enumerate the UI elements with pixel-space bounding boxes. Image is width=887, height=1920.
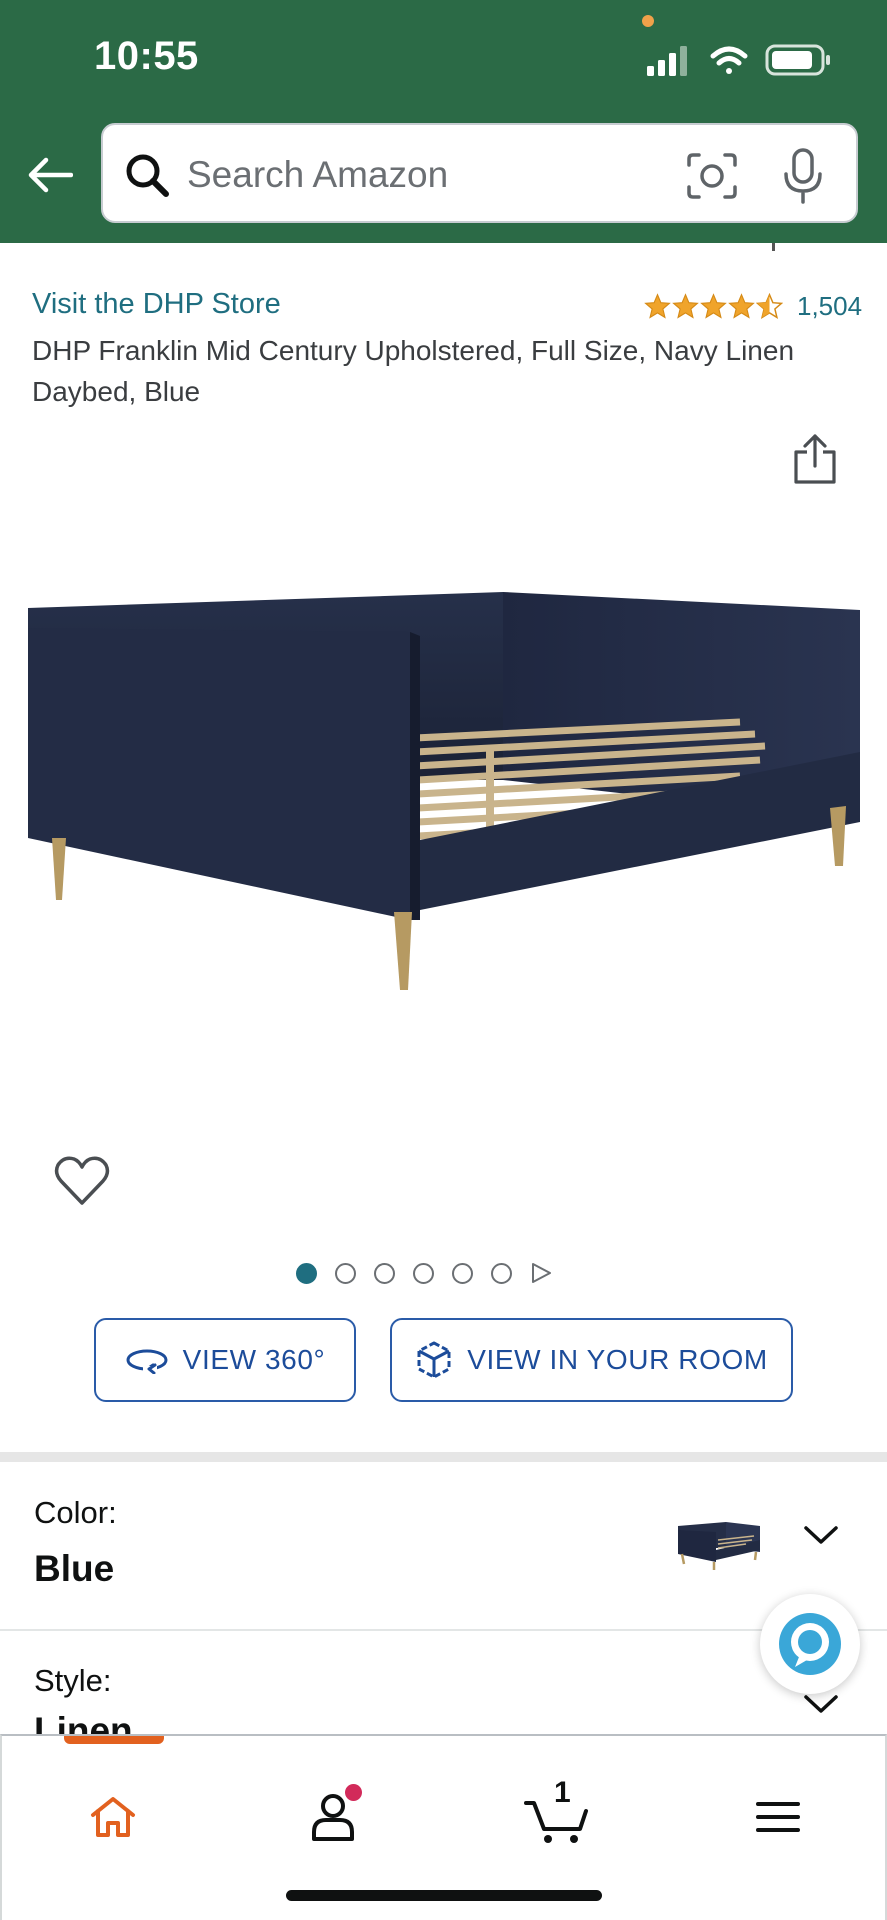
row-divider bbox=[0, 1629, 887, 1631]
alexa-icon bbox=[779, 1613, 841, 1675]
rating-summary[interactable]: 1,504 bbox=[644, 291, 862, 322]
video-play-icon[interactable] bbox=[530, 1262, 552, 1284]
home-indicator[interactable] bbox=[286, 1890, 602, 1901]
star-full-icon bbox=[672, 293, 699, 319]
star-half-icon bbox=[756, 293, 783, 319]
nav-home-tab[interactable] bbox=[68, 1772, 158, 1862]
star-full-icon bbox=[700, 293, 727, 319]
notification-dot bbox=[345, 1784, 362, 1801]
wifi-icon bbox=[710, 46, 748, 74]
star-full-icon bbox=[644, 293, 671, 319]
status-time: 10:55 bbox=[94, 34, 199, 78]
search-icon bbox=[126, 154, 169, 197]
product-image[interactable] bbox=[20, 580, 870, 1040]
color-label: Color: bbox=[34, 1495, 117, 1530]
style-value-text: Linen bbox=[34, 1712, 133, 1734]
ar-cube-icon bbox=[417, 1341, 451, 1379]
microphone-icon[interactable] bbox=[781, 147, 825, 205]
image-carousel-dots bbox=[296, 1262, 552, 1284]
heart-icon[interactable] bbox=[54, 1155, 110, 1207]
nav-active-indicator bbox=[64, 1736, 164, 1744]
view-360-button[interactable]: VIEW 360° bbox=[94, 1318, 356, 1402]
privacy-indicator-dot bbox=[642, 15, 654, 27]
carousel-dot[interactable] bbox=[452, 1262, 473, 1284]
back-button[interactable] bbox=[22, 145, 78, 205]
home-icon bbox=[91, 1797, 135, 1837]
star-full-icon bbox=[728, 293, 755, 319]
store-link[interactable]: Visit the DHP Store bbox=[32, 288, 281, 321]
battery-icon bbox=[765, 44, 830, 76]
style-label: Style: bbox=[34, 1663, 112, 1698]
cart-count: 1 bbox=[554, 1776, 571, 1809]
back-arrow-icon bbox=[28, 157, 73, 193]
star-rating bbox=[644, 293, 783, 320]
camera-lens-icon[interactable] bbox=[685, 151, 739, 201]
cellular-signal-icon bbox=[647, 46, 687, 76]
chevron-down-icon[interactable] bbox=[801, 1523, 841, 1547]
app-header: 10:55 bbox=[0, 0, 887, 243]
section-divider bbox=[0, 1452, 887, 1462]
view-in-room-label: VIEW IN YOUR ROOM bbox=[467, 1344, 768, 1375]
color-swatch-thumbnail[interactable] bbox=[676, 1510, 764, 1572]
rating-count[interactable]: 1,504 bbox=[797, 291, 862, 322]
view-360-label: VIEW 360° bbox=[182, 1344, 326, 1375]
chevron-down-icon[interactable] bbox=[801, 1692, 841, 1716]
hamburger-menu-icon bbox=[756, 1802, 800, 1832]
search-input[interactable] bbox=[187, 143, 657, 207]
carousel-dot[interactable] bbox=[335, 1262, 356, 1284]
nav-cart-tab[interactable]: 1 bbox=[512, 1772, 602, 1862]
carousel-dot[interactable] bbox=[296, 1262, 317, 1284]
rotate-360-icon bbox=[126, 1349, 168, 1374]
style-value: Linen bbox=[34, 1712, 164, 1734]
nav-account-tab[interactable] bbox=[288, 1772, 378, 1862]
carousel-dot[interactable] bbox=[491, 1262, 512, 1284]
search-bar[interactable] bbox=[101, 123, 858, 223]
share-icon[interactable] bbox=[790, 432, 840, 486]
product-title: DHP Franklin Mid Century Upholstered, Fu… bbox=[32, 335, 795, 407]
color-value: Blue bbox=[34, 1548, 115, 1589]
alexa-button[interactable] bbox=[760, 1594, 860, 1694]
carousel-dot[interactable] bbox=[374, 1262, 395, 1284]
view-in-room-button[interactable]: VIEW IN YOUR ROOM bbox=[390, 1318, 793, 1402]
carousel-dot[interactable] bbox=[413, 1262, 434, 1284]
scroll-remnant bbox=[772, 243, 775, 251]
status-icons bbox=[647, 44, 830, 76]
nav-menu-tab[interactable] bbox=[733, 1772, 823, 1862]
